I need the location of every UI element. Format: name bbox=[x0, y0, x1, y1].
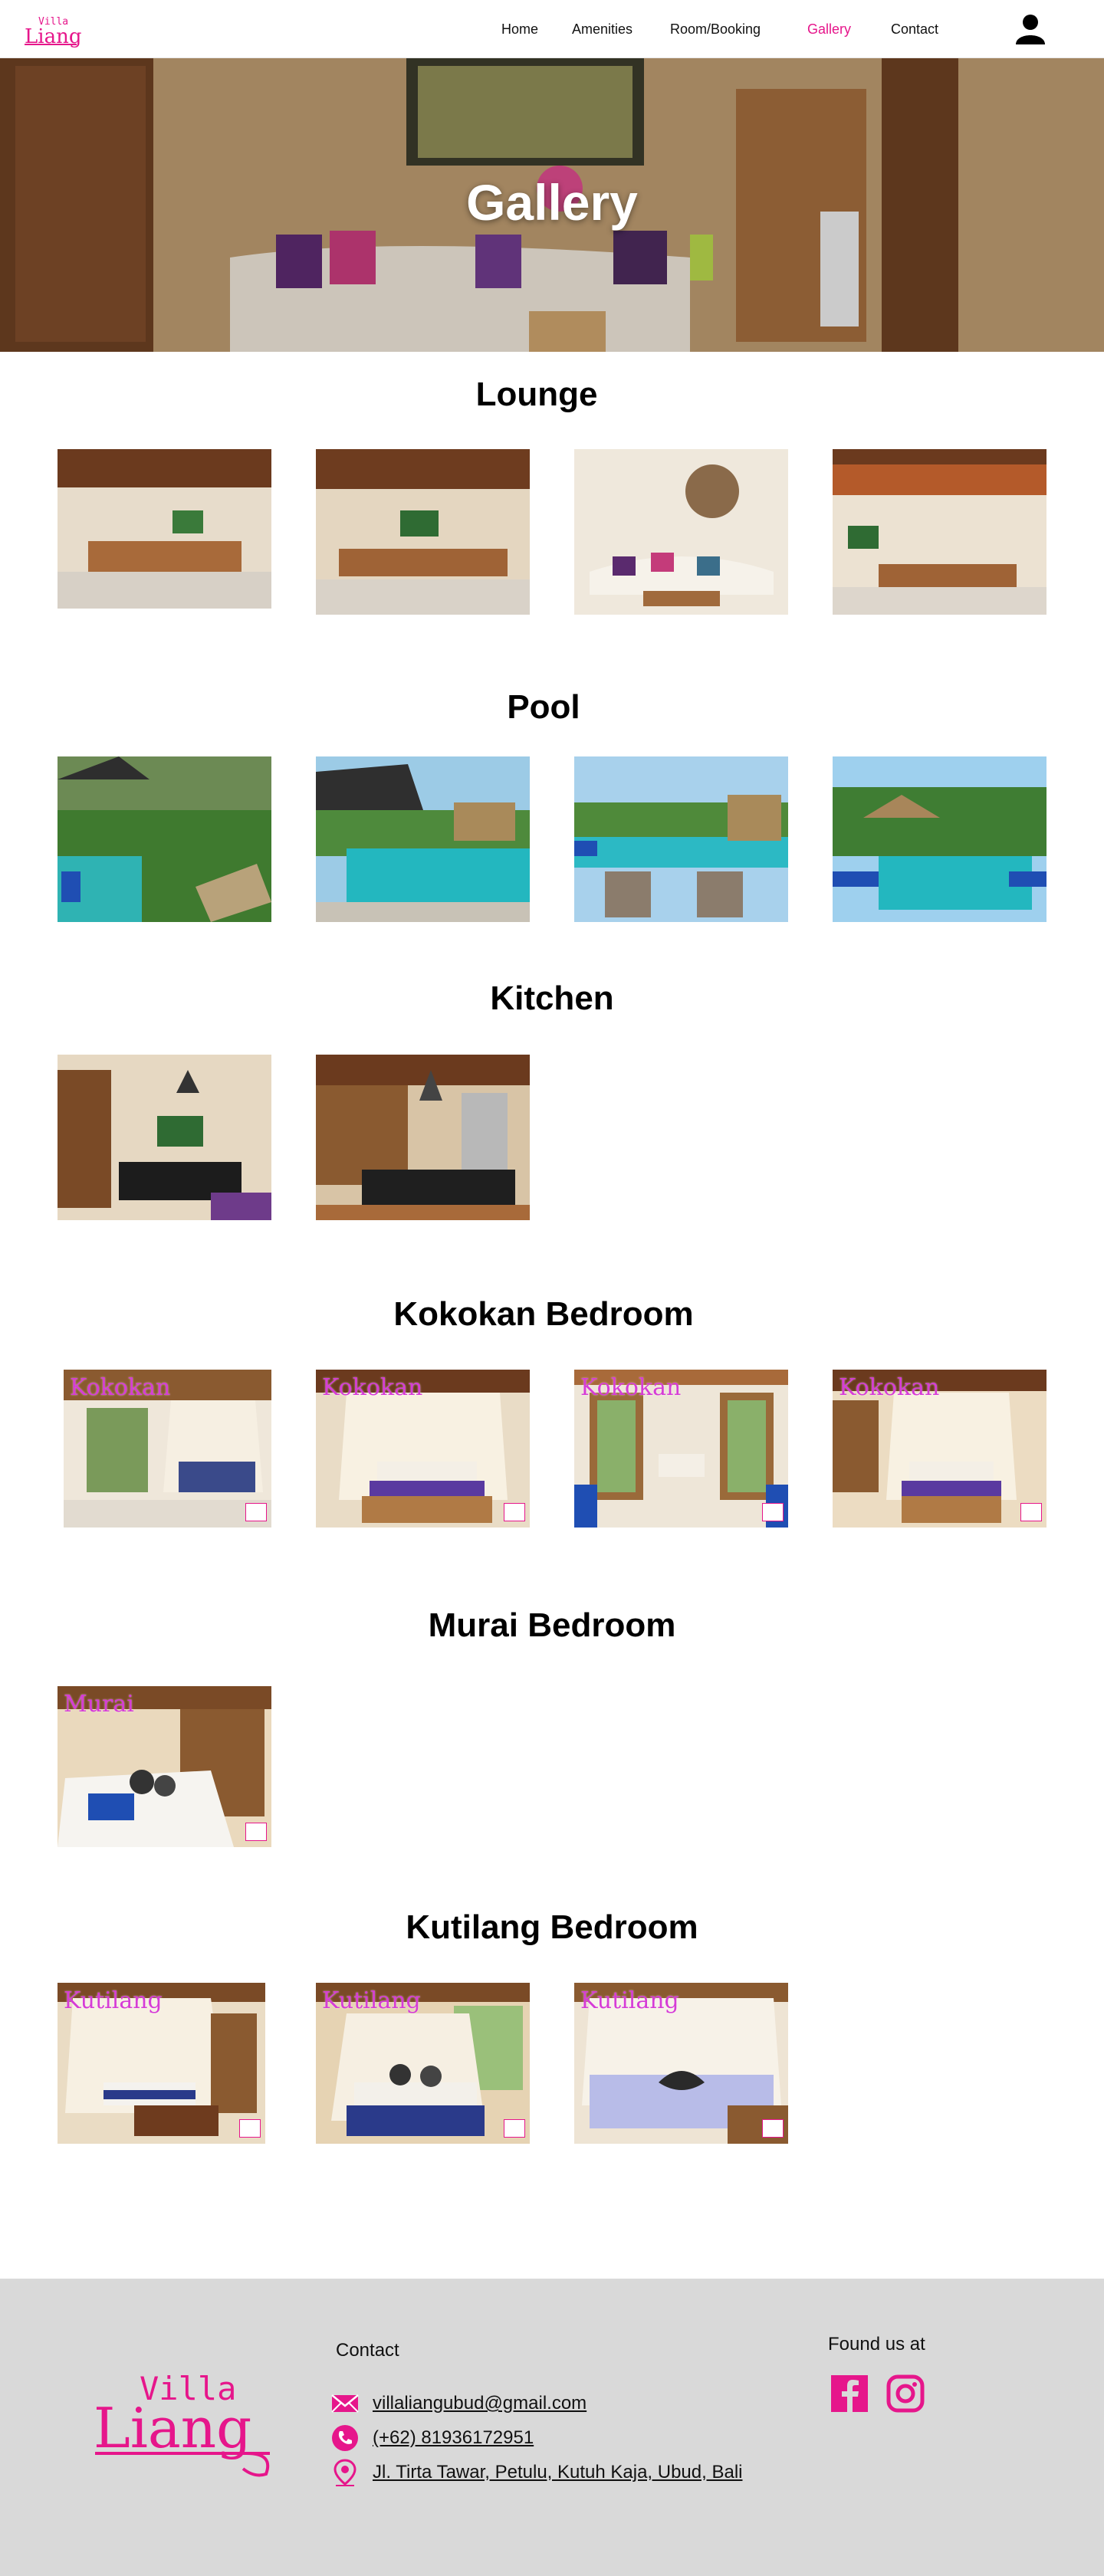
top-nav: Villa Liang Home Amenities Room/Booking … bbox=[0, 0, 1104, 58]
nav-link-gallery[interactable]: Gallery bbox=[807, 21, 851, 38]
gallery-photo[interactable]: Murai bbox=[58, 1686, 271, 1847]
contact-email-link[interactable]: villaliangubud@gmail.com bbox=[373, 2393, 586, 2414]
gallery-photo[interactable] bbox=[833, 449, 1046, 615]
gallery-photo[interactable]: Kokokan bbox=[574, 1370, 788, 1528]
gallery-photo[interactable] bbox=[574, 449, 788, 615]
svg-text:Liang: Liang bbox=[94, 2396, 251, 2460]
photo-stamp-icon bbox=[239, 2119, 261, 2138]
page-title: Gallery bbox=[466, 174, 638, 231]
email-icon bbox=[331, 2394, 359, 2413]
gallery-photo[interactable] bbox=[58, 1055, 271, 1220]
photo-stamp-icon bbox=[762, 2119, 784, 2138]
section-title-pool: Pool bbox=[507, 688, 580, 726]
gallery-photo[interactable] bbox=[574, 756, 788, 922]
section-title-kitchen: Kitchen bbox=[490, 980, 614, 1017]
contact-email-row: villaliangubud@gmail.com bbox=[331, 2390, 586, 2417]
hero-banner: Gallery bbox=[0, 58, 1104, 352]
gallery-photo[interactable] bbox=[316, 1055, 530, 1220]
photo-stamp-icon bbox=[245, 1503, 267, 1521]
brand-logo[interactable]: Villa Liang bbox=[23, 11, 83, 49]
photo-watermark-label: Kokokan bbox=[580, 1374, 682, 1401]
section-title-kutilang-bedroom: Kutilang Bedroom bbox=[406, 1908, 698, 1946]
photo-stamp-icon bbox=[504, 1503, 525, 1521]
gallery-photo[interactable]: Kokokan bbox=[833, 1370, 1046, 1528]
gallery-photo[interactable]: Kutilang bbox=[58, 1983, 265, 2144]
photo-stamp-icon bbox=[245, 1823, 267, 1841]
contact-phone-link[interactable]: (+62) 81936172951 bbox=[373, 2427, 534, 2449]
instagram-icon[interactable] bbox=[886, 2374, 925, 2414]
gallery-photo[interactable]: Kutilang bbox=[574, 1983, 788, 2144]
nav-link-contact[interactable]: Contact bbox=[891, 21, 938, 38]
location-pin-icon bbox=[334, 2459, 356, 2486]
gallery-photo[interactable] bbox=[58, 756, 271, 922]
gallery-photo[interactable] bbox=[833, 756, 1046, 922]
photo-watermark-label: Kutilang bbox=[580, 1987, 679, 2014]
found-us-heading: Found us at bbox=[828, 2334, 925, 2354]
photo-watermark-label: Murai bbox=[64, 1691, 134, 1718]
photo-stamp-icon bbox=[504, 2119, 525, 2138]
contact-heading: Contact bbox=[336, 2340, 399, 2361]
nav-link-home[interactable]: Home bbox=[501, 21, 538, 38]
photo-stamp-icon bbox=[762, 1503, 784, 1521]
contact-address-link[interactable]: Jl. Tirta Tawar, Petulu, Kutuh Kaja, Ubu… bbox=[373, 2462, 742, 2483]
photo-watermark-label: Kokokan bbox=[839, 1374, 940, 1401]
photo-watermark-label: Kutilang bbox=[64, 1987, 163, 2014]
photo-watermark-label: Kokokan bbox=[70, 1374, 171, 1401]
gallery-photo[interactable] bbox=[316, 449, 530, 615]
gallery-photo[interactable] bbox=[58, 449, 271, 609]
phone-icon bbox=[332, 2425, 358, 2451]
section-title-kokokan-bedroom: Kokokan Bedroom bbox=[393, 1295, 694, 1333]
nav-link-room-booking[interactable]: Room/Booking bbox=[670, 21, 793, 38]
section-title-murai-bedroom: Murai Bedroom bbox=[428, 1606, 676, 1644]
photo-stamp-icon bbox=[1020, 1503, 1042, 1521]
photo-watermark-label: Kutilang bbox=[322, 1987, 421, 2014]
photo-watermark-label: Kokokan bbox=[322, 1374, 423, 1401]
gallery-photo[interactable]: Kokokan bbox=[316, 1370, 530, 1528]
contact-address-row: Jl. Tirta Tawar, Petulu, Kutuh Kaja, Ubu… bbox=[331, 2459, 742, 2486]
section-title-lounge: Lounge bbox=[475, 376, 598, 413]
site-footer: Villa Liang Contact villaliangubud@gmail… bbox=[0, 2279, 1104, 2576]
user-account-icon[interactable] bbox=[1014, 14, 1046, 44]
facebook-icon[interactable] bbox=[830, 2374, 869, 2414]
gallery-photo[interactable]: Kokokan bbox=[64, 1370, 271, 1528]
footer-brand-logo[interactable]: Villa Liang bbox=[94, 2371, 281, 2478]
gallery-photo[interactable]: Kutilang bbox=[316, 1983, 530, 2144]
contact-phone-row: (+62) 81936172951 bbox=[331, 2424, 534, 2452]
nav-link-amenities[interactable]: Amenities bbox=[572, 21, 632, 38]
gallery-photo[interactable] bbox=[316, 756, 530, 922]
